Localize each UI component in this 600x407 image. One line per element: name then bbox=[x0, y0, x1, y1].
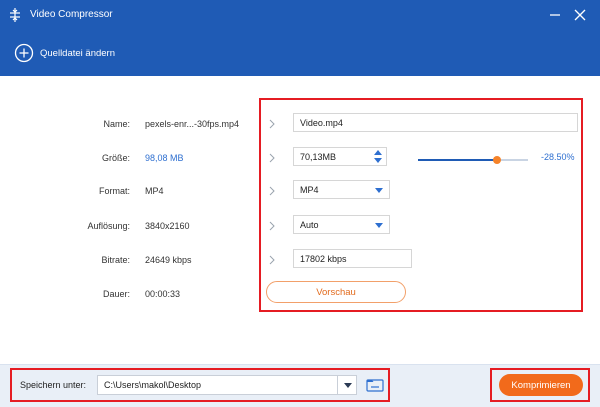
title-bar: Video Compressor bbox=[0, 0, 600, 30]
change-source-label: Quelldatei ändern bbox=[40, 47, 115, 59]
settings-panel: Name: pexels-enr...-30fps.mp4 Größe: 98,… bbox=[0, 76, 600, 364]
folder-icon[interactable] bbox=[366, 377, 384, 393]
save-path-input[interactable]: C:\Users\makol\Desktop bbox=[97, 375, 357, 395]
size-slider[interactable] bbox=[418, 155, 528, 165]
output-size-stepper[interactable]: 70,13MB bbox=[293, 147, 387, 166]
resolution-label: Auflösung: bbox=[87, 221, 130, 231]
save-to-label: Speichern unter: bbox=[20, 380, 87, 390]
name-label: Name: bbox=[103, 119, 130, 129]
source-name-value: pexels-enr...-30fps.mp4 bbox=[145, 119, 240, 129]
minimize-icon[interactable] bbox=[548, 8, 562, 22]
size-label: Größe: bbox=[101, 153, 130, 163]
output-bitrate-input[interactable]: 17802 kbps bbox=[293, 249, 412, 268]
source-duration-value: 00:00:33 bbox=[145, 289, 181, 299]
output-name-input[interactable]: Video.mp4 bbox=[293, 113, 578, 132]
format-select[interactable]: MP4 bbox=[293, 180, 390, 199]
slider-fill bbox=[418, 159, 497, 161]
chevron-right-icon bbox=[269, 221, 275, 231]
source-size-value: 98,08 MB bbox=[145, 153, 184, 163]
resolution-select[interactable]: Auto bbox=[293, 215, 390, 234]
stepper-up-icon[interactable] bbox=[374, 150, 382, 155]
preview-button[interactable]: Vorschau bbox=[266, 281, 406, 303]
chevron-right-icon bbox=[269, 255, 275, 265]
source-bitrate-value: 24649 kbps bbox=[145, 255, 192, 265]
bitrate-label: Bitrate: bbox=[101, 255, 130, 265]
save-path-value: C:\Users\makol\Desktop bbox=[104, 380, 202, 390]
format-label: Format: bbox=[98, 186, 130, 196]
compress-button[interactable]: Komprimieren bbox=[499, 374, 583, 396]
compress-app-icon bbox=[10, 8, 20, 22]
change-source-button[interactable]: Quelldatei ändern bbox=[14, 42, 115, 64]
output-size-value: 70,13MB bbox=[300, 151, 337, 162]
compression-percent: -28.50% bbox=[541, 152, 575, 162]
dropdown-caret-icon bbox=[375, 187, 383, 193]
source-resolution-value: 3840x2160 bbox=[145, 221, 190, 231]
window-title: Video Compressor bbox=[30, 9, 113, 20]
chevron-right-icon bbox=[269, 186, 275, 196]
chevron-right-icon bbox=[269, 119, 275, 129]
dropdown-caret-icon bbox=[375, 222, 383, 228]
stepper-down-icon[interactable] bbox=[374, 158, 382, 163]
toolbar: Quelldatei ändern bbox=[0, 30, 600, 76]
add-circle-icon bbox=[14, 43, 34, 63]
duration-label: Dauer: bbox=[102, 289, 130, 299]
resolution-select-value: Auto bbox=[300, 219, 319, 230]
slider-thumb[interactable] bbox=[492, 156, 501, 164]
chevron-right-icon bbox=[269, 153, 275, 163]
output-name-value: Video.mp4 bbox=[300, 117, 343, 128]
stepper-arrows[interactable] bbox=[374, 150, 382, 164]
footer-bar: Speichern unter: C:\Users\makol\Desktop … bbox=[0, 364, 600, 407]
source-format-value: MP4 bbox=[145, 186, 164, 196]
close-icon[interactable] bbox=[573, 8, 587, 22]
format-select-value: MP4 bbox=[300, 184, 319, 195]
output-bitrate-value: 17802 kbps bbox=[300, 253, 347, 264]
save-path-dropdown-icon[interactable] bbox=[337, 375, 357, 395]
